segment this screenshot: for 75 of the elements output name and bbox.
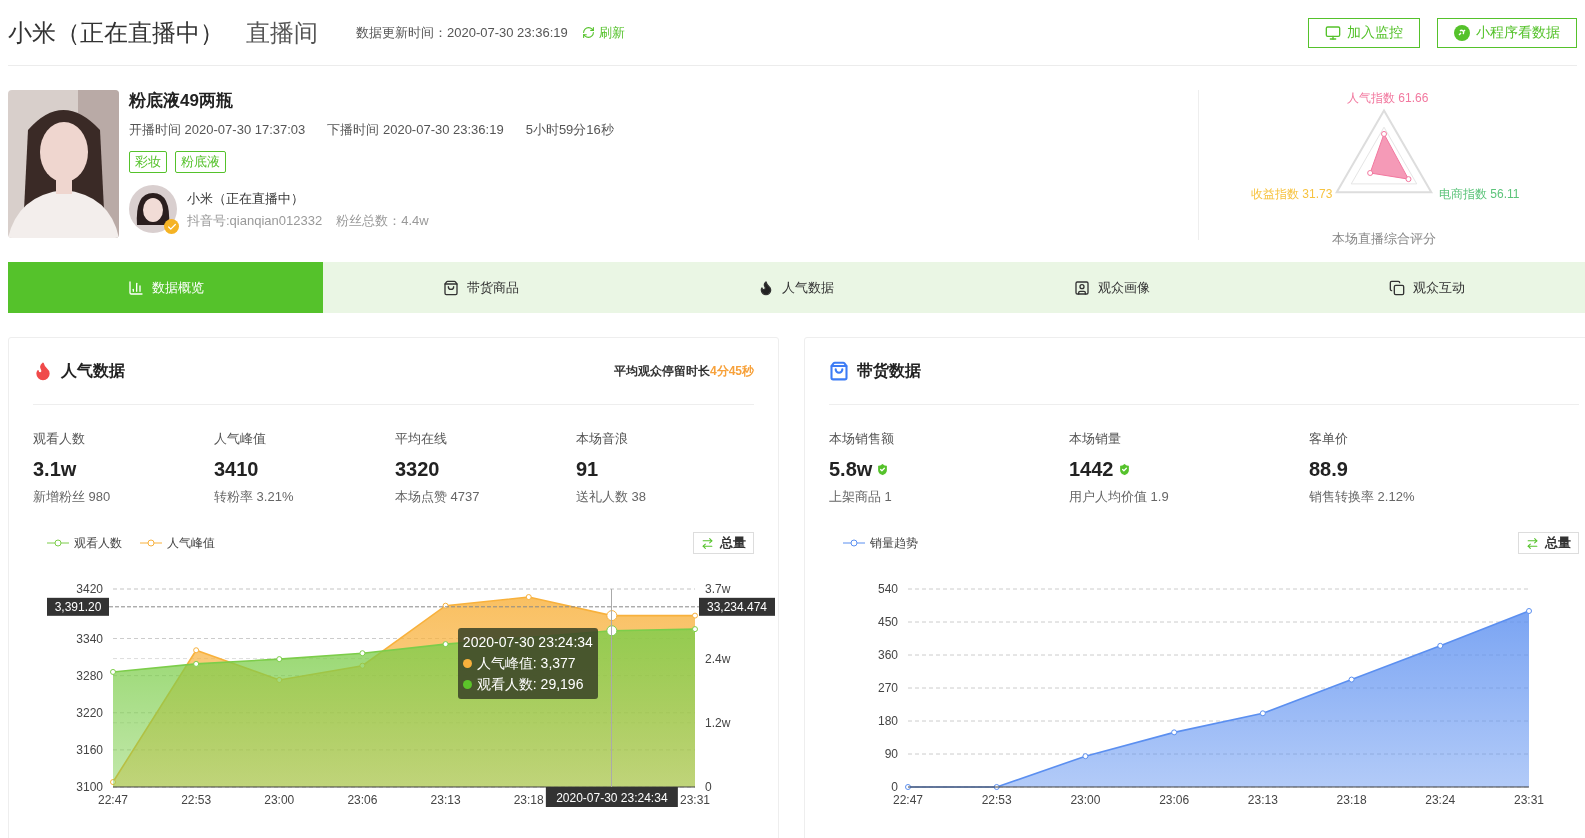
stat-detail: 送礼人数 38 bbox=[576, 489, 648, 505]
live-title: 粉底液49两瓶 bbox=[129, 90, 234, 112]
start-time: 开播时间 2020-07-30 17:37:03 bbox=[129, 121, 306, 139]
score-label: 收益指数 31.73 bbox=[1251, 186, 1333, 203]
axis-label: 3420 bbox=[76, 582, 103, 596]
axis-label: 2.4w bbox=[705, 651, 731, 666]
stat-detail: 新增粉丝 980 bbox=[33, 489, 112, 505]
page-title: 小米（正在直播中） bbox=[8, 17, 224, 48]
stat-value: 5.8w bbox=[829, 457, 873, 481]
axis-label: 23:06 bbox=[347, 793, 378, 807]
stat-detail: 转粉率 3.21% bbox=[214, 489, 295, 505]
axis-label: 23:18 bbox=[513, 793, 544, 807]
chart-tooltip: 2020-07-30 23:24:34 人气峰值: 3,377 观看人数: 29,196 bbox=[457, 628, 598, 699]
axis-label: 22:47 bbox=[98, 793, 128, 807]
stat-detail: 销售转换率 2.12% bbox=[1309, 489, 1416, 505]
duration: 5小时59分16秒 bbox=[525, 121, 614, 139]
axis-label: 23:24 bbox=[1425, 793, 1456, 807]
stat-label: 观看人数 bbox=[33, 430, 86, 448]
axis-label: 0 bbox=[891, 780, 898, 794]
axis-label: 90 bbox=[884, 747, 898, 761]
axis-label: 540 bbox=[877, 582, 898, 596]
axis-label: 270 bbox=[877, 681, 898, 695]
score-label: 电商指数 56.11 bbox=[1439, 186, 1520, 203]
stat-value: 88.9 bbox=[1309, 457, 1348, 481]
stat-value: 1442 bbox=[1069, 457, 1114, 481]
axis-label: 23:31 bbox=[680, 793, 710, 807]
end-time: 下播时间 2020-07-30 23:36:19 bbox=[327, 121, 504, 139]
axis-label: 180 bbox=[877, 714, 898, 728]
axis-label: 3160 bbox=[76, 742, 103, 757]
axis-label: 1.2w bbox=[705, 715, 731, 730]
axis-label: 23:06 bbox=[1159, 793, 1190, 807]
pointer-value-label: 3,391.20 bbox=[47, 597, 109, 616]
account-id: 抖音号:qianqian012332 bbox=[187, 211, 323, 230]
page-subtitle: 直播间 bbox=[246, 17, 318, 48]
axis-label: 3280 bbox=[76, 668, 103, 683]
stat-value: 3320 bbox=[395, 457, 440, 481]
axis-label: 23:13 bbox=[430, 793, 461, 807]
stat-label: 本场销售额 bbox=[829, 430, 895, 448]
category-tag: 粉底液 bbox=[175, 151, 226, 173]
axis-label: 22:47 bbox=[893, 793, 923, 807]
axis-label: 360 bbox=[877, 648, 898, 662]
axis-label: 23:13 bbox=[1247, 793, 1278, 807]
card-title: 带货数据 bbox=[857, 360, 921, 382]
axis-label: 23:00 bbox=[1070, 793, 1101, 807]
axis-label: 3.7w bbox=[705, 582, 731, 596]
average-stay-note: 平均观众停留时长4分45秒 bbox=[613, 362, 754, 380]
axis-label: 3340 bbox=[76, 631, 103, 646]
axis-label: 23:00 bbox=[264, 793, 295, 807]
stat-label: 人气峰值 bbox=[214, 430, 267, 448]
fan-count: 粉丝总数：4.4w bbox=[336, 211, 429, 230]
axis-label: 23:18 bbox=[1336, 793, 1367, 807]
axis-label: 0 bbox=[705, 780, 712, 794]
update-time: 数据更新时间：2020-07-30 23:36:19 bbox=[356, 23, 568, 42]
stat-label: 本场销量 bbox=[1069, 430, 1122, 448]
axis-label: 23:31 bbox=[1514, 793, 1544, 807]
stat-label: 本场音浪 bbox=[576, 430, 629, 448]
stat-label: 平均在线 bbox=[395, 430, 448, 448]
stat-label: 客单价 bbox=[1309, 430, 1349, 448]
stat-value: 3.1w bbox=[33, 457, 77, 481]
axis-label: 3220 bbox=[76, 705, 103, 720]
axis-label: 3100 bbox=[76, 780, 103, 794]
score-label: 人气指数 61.66 bbox=[1347, 90, 1429, 107]
stat-detail: 上架商品 1 bbox=[829, 489, 893, 505]
pointer-time-label: 2020-07-30 23:24:34 bbox=[545, 787, 678, 807]
axis-label: 450 bbox=[877, 615, 898, 629]
score-caption: 本场直播综合评分 bbox=[1331, 230, 1436, 248]
pointer-value-label: 33,234.474 bbox=[699, 597, 775, 616]
axis-label: 22:53 bbox=[981, 793, 1012, 807]
stat-detail: 用户人均价值 1.9 bbox=[1069, 489, 1170, 505]
axis-label: 22:53 bbox=[181, 793, 212, 807]
card-title: 人气数据 bbox=[61, 360, 125, 381]
stat-value: 3410 bbox=[214, 457, 259, 481]
stat-detail: 本场点赞 4737 bbox=[395, 489, 481, 505]
category-tag: 彩妆 bbox=[129, 151, 167, 173]
stat-value: 91 bbox=[576, 457, 599, 481]
